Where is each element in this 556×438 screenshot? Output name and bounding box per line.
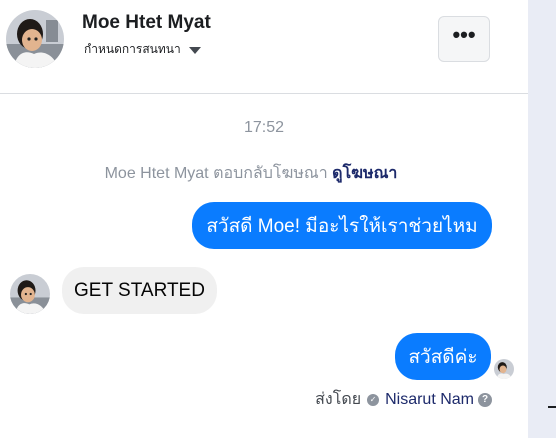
- caret-down-icon: [188, 47, 201, 54]
- sent-by-label: ส่งโดย: [315, 391, 362, 408]
- more-options-icon: •••: [452, 22, 476, 47]
- conversation-pane: Moe Htet Myat กำหนดการสนทนา ••• 17:52 Mo…: [0, 0, 528, 438]
- more-options-button[interactable]: •••: [438, 16, 490, 62]
- contact-avatar-small[interactable]: [10, 274, 50, 314]
- contact-avatar[interactable]: [6, 10, 64, 68]
- message-timestamp: 17:52: [243, 119, 285, 136]
- avatar-photo: [494, 359, 514, 379]
- view-ad-link[interactable]: ดูโฆษณา: [332, 165, 397, 182]
- ad-reply-note: Moe Htet Myat ตอบกลับโฆษณา ดูโฆษณา: [0, 161, 502, 186]
- sent-by-info: ส่งโดย ✓ Nisarut Nam ?: [315, 387, 492, 412]
- avatar-photo: [10, 274, 50, 314]
- side-panel-edge: [528, 0, 556, 438]
- help-icon[interactable]: ?: [478, 392, 492, 407]
- avatar-photo: [6, 10, 64, 68]
- seen-avatar: [494, 359, 514, 379]
- conversation-header: Moe Htet Myat กำหนดการสนทนา •••: [0, 0, 528, 94]
- ad-reply-text: Moe Htet Myat ตอบกลับโฆษณา: [104, 165, 328, 182]
- conversation-actions-label: กำหนดการสนทนา: [84, 42, 181, 56]
- outgoing-message[interactable]: สวัสดี Moe! มีอะไรให้เราช่วยไหม: [192, 202, 492, 249]
- outgoing-message[interactable]: สวัสดีค่ะ: [395, 333, 491, 380]
- sender-name[interactable]: Nisarut Nam: [385, 391, 474, 409]
- contact-name: Moe Htet Myat: [82, 12, 211, 33]
- incoming-message[interactable]: GET STARTED: [62, 267, 217, 314]
- verified-icon: ✓: [367, 393, 380, 406]
- divider: [548, 406, 556, 408]
- conversation-actions-dropdown[interactable]: กำหนดการสนทนา: [84, 40, 201, 59]
